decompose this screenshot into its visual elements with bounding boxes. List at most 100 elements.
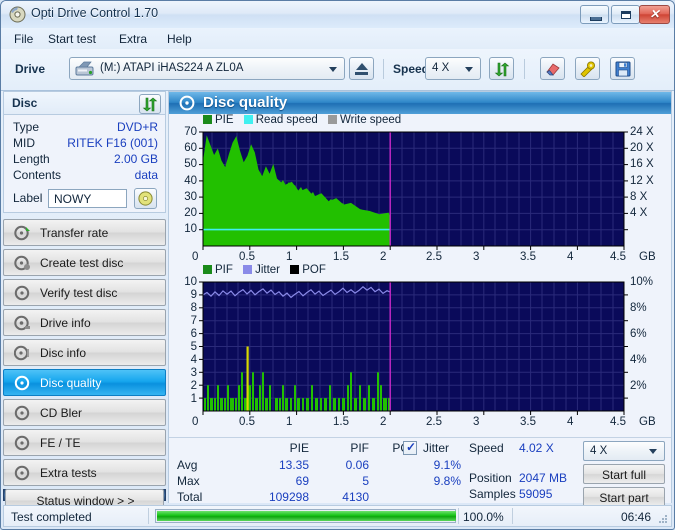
maximize-button[interactable] bbox=[611, 5, 640, 24]
sidebar-item-cd-bler[interactable]: CD Bler bbox=[3, 399, 166, 426]
eject-icon bbox=[356, 63, 368, 70]
disc-info-value: DVD+R bbox=[116, 120, 158, 134]
pie-y2tick-12x: 12 X bbox=[630, 175, 654, 187]
pif-y2tick-4pct: 4% bbox=[630, 354, 647, 366]
menu-item-help[interactable]: Help bbox=[162, 31, 197, 47]
pie-xtick-5: 2.5 bbox=[426, 251, 442, 263]
pie-y2tick-16x: 16 X bbox=[630, 158, 654, 170]
transfer-rate-icon bbox=[14, 225, 30, 241]
pie-xtick-9: 4.5 bbox=[610, 251, 626, 263]
legend-swatch-jitter bbox=[243, 265, 253, 274]
sidebar-item-create-test-disc[interactable]: Create test disc bbox=[3, 249, 166, 276]
pif-y2tick-6pct: 6% bbox=[630, 328, 647, 340]
legend-swatch-pie bbox=[203, 115, 212, 124]
test-speed-select[interactable]: 4 X bbox=[583, 441, 665, 461]
pie-xtick-7: 3.5 bbox=[520, 251, 536, 263]
speed-label: Speed bbox=[393, 62, 430, 76]
pif-xtick-5: 2.5 bbox=[426, 416, 442, 428]
refresh-button[interactable] bbox=[489, 57, 514, 80]
pie-xtick-8: 4 bbox=[567, 251, 574, 263]
drive-info-icon bbox=[14, 315, 30, 331]
pie-xtick-4: 2 bbox=[380, 251, 387, 263]
legend-label-write-speed: Write speed bbox=[339, 114, 402, 126]
drive-icon bbox=[75, 61, 94, 76]
menu-item-start-test[interactable]: Start test bbox=[43, 31, 101, 47]
stats-samples-value: 59095 bbox=[519, 487, 553, 501]
stats-row-label-max: Max bbox=[177, 474, 200, 488]
label-input[interactable]: NOWY bbox=[48, 189, 127, 208]
pif-chart-legend: PIF Jitter POF bbox=[203, 264, 326, 276]
pie-ytick-20: 20 bbox=[184, 207, 197, 219]
close-button[interactable]: ✕ bbox=[639, 5, 670, 24]
pif-ytick-3: 3 bbox=[190, 367, 197, 379]
stats-max-pif: 5 bbox=[362, 474, 369, 488]
sidebar-item-label: FE / TE bbox=[40, 436, 81, 450]
stats-max-jitter: 9.8% bbox=[433, 474, 461, 488]
pif-y2tick-8pct: 8% bbox=[630, 302, 647, 314]
stats-avg-pif: 0.06 bbox=[345, 458, 369, 472]
panel-header: Disc quality bbox=[169, 92, 671, 114]
tools-button[interactable] bbox=[575, 57, 600, 80]
speed-select[interactable]: 4 X bbox=[425, 57, 481, 80]
start-full-button[interactable]: Start full bbox=[583, 464, 665, 484]
sidebar-item-transfer-rate[interactable]: Transfer rate bbox=[3, 219, 166, 246]
save-button[interactable] bbox=[610, 57, 635, 80]
stats-header-pie: PIE bbox=[289, 441, 309, 455]
disc-info-key: Type bbox=[13, 120, 40, 134]
pif-xaxis-unit: GB bbox=[639, 416, 656, 428]
disc-label-button[interactable] bbox=[134, 188, 157, 209]
stats-position-value: 2047 MB bbox=[519, 471, 568, 485]
erase-button[interactable] bbox=[540, 57, 565, 80]
jitter-checkbox[interactable]: ✓ bbox=[403, 440, 417, 455]
pie-y2tick-8x: 8 X bbox=[630, 191, 648, 203]
resize-grip-icon[interactable] bbox=[657, 513, 668, 524]
disc-info-key: Contents bbox=[13, 168, 62, 182]
status-bar: Test completed 100.0% 06:46 bbox=[3, 505, 672, 527]
legend-label-pif: PIF bbox=[215, 264, 233, 276]
tools-icon bbox=[580, 61, 595, 77]
label-input-value: NOWY bbox=[54, 192, 92, 206]
disc-refresh-button[interactable] bbox=[139, 94, 161, 114]
menu-item-file[interactable]: File bbox=[9, 31, 38, 47]
cd-bler-icon bbox=[14, 405, 30, 421]
pif-xtick-7: 3.5 bbox=[520, 416, 536, 428]
sidebar-item-extra-tests[interactable]: Extra tests bbox=[3, 459, 166, 486]
pie-ytick-50: 50 bbox=[184, 158, 197, 170]
pie-ytick-60: 60 bbox=[184, 142, 197, 154]
create-test-disc-icon bbox=[14, 255, 30, 271]
left-panel: Disc Type DVD+R MID RITEK F16 (001) Leng… bbox=[3, 91, 166, 527]
drive-select[interactable]: (M:) ATAPI iHAS224 A ZL0A bbox=[69, 57, 345, 80]
start-part-button[interactable]: Start part bbox=[583, 487, 665, 507]
menu-item-extra[interactable]: Extra bbox=[114, 31, 152, 47]
pie-xtick-1: 0.5 bbox=[239, 251, 255, 263]
disc-info-value: data bbox=[134, 168, 158, 182]
legend-label-jitter: Jitter bbox=[255, 264, 281, 276]
stats-row-label-avg: Avg bbox=[177, 458, 198, 472]
sidebar-item-verify-test-disc[interactable]: Verify test disc bbox=[3, 279, 166, 306]
chevron-down-icon bbox=[649, 449, 657, 454]
pif-y2tick-10pct: 10% bbox=[630, 276, 654, 288]
close-icon: ✕ bbox=[649, 7, 660, 21]
pie-xtick-0: 0 bbox=[192, 251, 199, 263]
stats-max-pie: 69 bbox=[295, 474, 309, 488]
stats-row-label-total: Total bbox=[177, 490, 203, 504]
minimize-button[interactable] bbox=[580, 5, 609, 24]
sidebar-item-disc-quality[interactable]: Disc quality bbox=[3, 369, 166, 396]
menu-bar: File Start test Extra Help bbox=[1, 28, 674, 49]
chevron-down-icon bbox=[465, 67, 473, 72]
pif-y2tick-2pct: 2% bbox=[630, 380, 647, 392]
disc-info-row-mid: MID RITEK F16 (001) bbox=[4, 136, 167, 152]
disc-quality-icon bbox=[179, 95, 195, 111]
sidebar-item-drive-info[interactable]: Drive info bbox=[3, 309, 166, 336]
window-title: Opti Drive Control 1.70 bbox=[31, 6, 159, 20]
legend-swatch-read-speed bbox=[243, 115, 253, 124]
eject-button[interactable] bbox=[349, 57, 374, 80]
sidebar-item-fe-te[interactable]: FE / TE bbox=[3, 429, 166, 456]
disc-label-icon bbox=[138, 191, 153, 206]
fe-te-icon bbox=[14, 435, 30, 451]
pif-xtick-8: 4 bbox=[567, 416, 574, 428]
toolbar: Drive (M:) ATAPI iHAS224 A ZL0A Speed 4 … bbox=[1, 49, 674, 91]
pif-chart: PIF Jitter POF 10 9 8 7 6 5 4 3 2 1 10% … bbox=[169, 264, 671, 436]
stats-header-pif: PIF bbox=[350, 441, 369, 455]
sidebar-item-disc-info[interactable]: Disc info bbox=[3, 339, 166, 366]
